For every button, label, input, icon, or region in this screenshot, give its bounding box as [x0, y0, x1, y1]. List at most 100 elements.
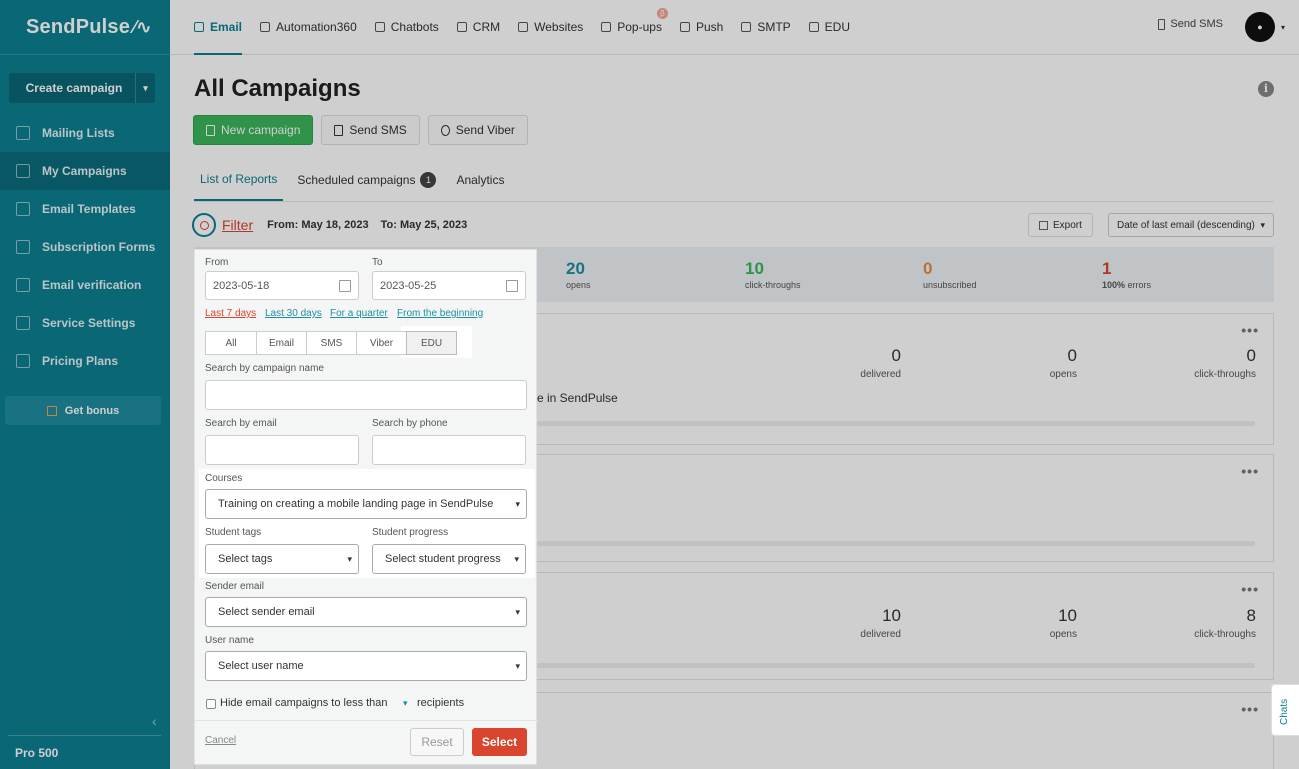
export-button[interactable]: Export [1028, 213, 1093, 237]
sidebar-item-pricing-plans[interactable]: Pricing Plans [0, 342, 170, 380]
campaign-name[interactable]: e in SendPulse [537, 391, 618, 405]
chevron-down-icon[interactable]: ▾ [135, 73, 155, 103]
card-opens-label: opens [1049, 369, 1077, 380]
phone-icon [334, 124, 344, 136]
quick-last-30-days[interactable]: Last 30 days [265, 308, 322, 319]
sidebar-item-email-verification[interactable]: Email verification [0, 266, 170, 304]
type-viber[interactable]: Viber [356, 331, 407, 355]
topnav-automation360[interactable]: Automation360 [260, 0, 357, 55]
avatar[interactable]: ● [1245, 12, 1275, 42]
hide-campaigns-checkbox[interactable] [206, 699, 216, 709]
email-search-input[interactable] [205, 435, 359, 465]
stat-value: 20 [566, 259, 585, 278]
courses-select[interactable]: Training on creating a mobile landing pa… [205, 489, 527, 519]
filter-link[interactable]: Filter [222, 217, 253, 233]
topnav-email[interactable]: Email [194, 0, 243, 55]
stat-value: 10 [745, 259, 764, 278]
button-label: Send SMS [349, 123, 407, 137]
calendar-icon[interactable] [506, 280, 518, 292]
form-icon [16, 240, 30, 254]
topnav-websites[interactable]: Websites [518, 0, 583, 55]
stat-label: 100% errors [1102, 280, 1151, 290]
sidebar-item-my-campaigns[interactable]: My Campaigns [0, 152, 170, 190]
code-icon [741, 22, 752, 32]
stat-label: opens [566, 280, 591, 290]
chevron-down-icon: ▾ [1260, 219, 1265, 230]
bell-icon [679, 22, 690, 32]
from-date-input[interactable]: 2023-05-18 [205, 271, 359, 300]
logo[interactable]: SendPulse ⁄∿ [0, 0, 170, 55]
student-progress-select[interactable]: Select student progress ▾ [372, 544, 526, 574]
calendar-icon[interactable] [339, 280, 351, 292]
topnav-label: Email [210, 20, 243, 34]
sidebar-item-label: Service Settings [42, 316, 136, 330]
email-label: Search by email [205, 418, 277, 429]
more-options-icon[interactable]: ••• [1241, 701, 1259, 717]
sidebar-item-label: Pricing Plans [42, 354, 119, 368]
campaign-name-input[interactable] [205, 380, 527, 410]
filter-toggle[interactable] [192, 213, 216, 237]
card-clicks-value: 0 [1246, 346, 1256, 365]
quick-from-beginning[interactable]: From the beginning [397, 308, 483, 319]
chevron-down-icon: ▾ [347, 553, 352, 564]
topnav-crm[interactable]: CRM [456, 0, 500, 55]
quick-last-7-days[interactable]: Last 7 days [205, 308, 256, 319]
more-options-icon[interactable]: ••• [1241, 581, 1259, 597]
send-sms-link[interactable]: Send SMS [1158, 18, 1223, 30]
select-button[interactable]: Select [472, 728, 527, 756]
chevron-down-icon[interactable]: ▾ [403, 698, 408, 709]
sidebar-item-subscription-forms[interactable]: Subscription Forms [0, 228, 170, 266]
tab-list-of-reports[interactable]: List of Reports [194, 158, 284, 201]
tab-analytics[interactable]: Analytics [450, 158, 510, 201]
new-campaign-button[interactable]: New campaign [193, 115, 314, 145]
collapse-sidebar-icon[interactable]: ‹ [152, 713, 157, 729]
student-tags-label: Student tags [205, 527, 262, 538]
export-label: Export [1053, 219, 1082, 231]
type-all[interactable]: All [205, 331, 257, 355]
send-sms-button[interactable]: Send SMS [321, 115, 420, 145]
to-date-input[interactable]: 2023-05-25 [372, 271, 526, 300]
filter-panel: From 2023-05-18 To 2023-05-25 Last 7 day… [194, 249, 538, 765]
get-bonus-button[interactable]: Get bonus [5, 396, 161, 425]
topnav-popups[interactable]: Pop-ups β [601, 0, 668, 55]
type-edu[interactable]: EDU [406, 331, 457, 355]
progress-bar [537, 663, 1255, 668]
sort-value: Date of last email (descending) [1117, 219, 1255, 231]
pricing-icon [16, 354, 30, 368]
settings-icon [16, 316, 30, 330]
student-tags-select[interactable]: Select tags ▾ [205, 544, 359, 574]
phone-label: Search by phone [372, 418, 448, 429]
card-delivered-label: delivered [860, 629, 901, 640]
send-viber-button[interactable]: Send Viber [427, 115, 528, 145]
type-email[interactable]: Email [256, 331, 307, 355]
from-date-value: 2023-05-18 [213, 279, 270, 292]
type-sms[interactable]: SMS [306, 331, 357, 355]
plan-name[interactable]: Pro 500 [15, 746, 58, 760]
create-campaign-button[interactable]: Create campaign ▾ [9, 73, 155, 103]
sidebar-item-service-settings[interactable]: Service Settings [0, 304, 170, 342]
reset-button[interactable]: Reset [410, 728, 464, 756]
chevron-down-icon[interactable]: ▾ [1281, 23, 1285, 32]
topnav-edu[interactable]: EDU [808, 0, 850, 55]
sender-email-select[interactable]: Select sender email ▾ [205, 597, 527, 627]
more-options-icon[interactable]: ••• [1241, 463, 1259, 479]
stat-opens: 20 opens [566, 259, 591, 290]
info-icon[interactable]: i [1258, 81, 1274, 97]
sidebar-item-email-templates[interactable]: Email Templates [0, 190, 170, 228]
user-name-select[interactable]: Select user name ▾ [205, 651, 527, 681]
chats-widget[interactable]: Chats [1271, 684, 1299, 736]
topnav-chatbots[interactable]: Chatbots [374, 0, 439, 55]
phone-search-input[interactable] [372, 435, 526, 465]
tab-scheduled-campaigns[interactable]: Scheduled campaigns 1 [291, 158, 442, 201]
more-options-icon[interactable]: ••• [1241, 322, 1259, 338]
cancel-link[interactable]: Cancel [205, 735, 236, 746]
sort-select[interactable]: Date of last email (descending) ▾ [1108, 213, 1274, 237]
topnav-push[interactable]: Push [679, 0, 723, 55]
quick-for-quarter[interactable]: For a quarter [330, 308, 388, 319]
edu-icon [808, 22, 819, 32]
student-progress-label: Student progress [372, 527, 449, 538]
button-label: Send Viber [455, 123, 515, 137]
count-badge: 1 [420, 171, 437, 188]
topnav-smtp[interactable]: SMTP [741, 0, 791, 55]
sidebar-item-mailing-lists[interactable]: Mailing Lists [0, 114, 170, 152]
